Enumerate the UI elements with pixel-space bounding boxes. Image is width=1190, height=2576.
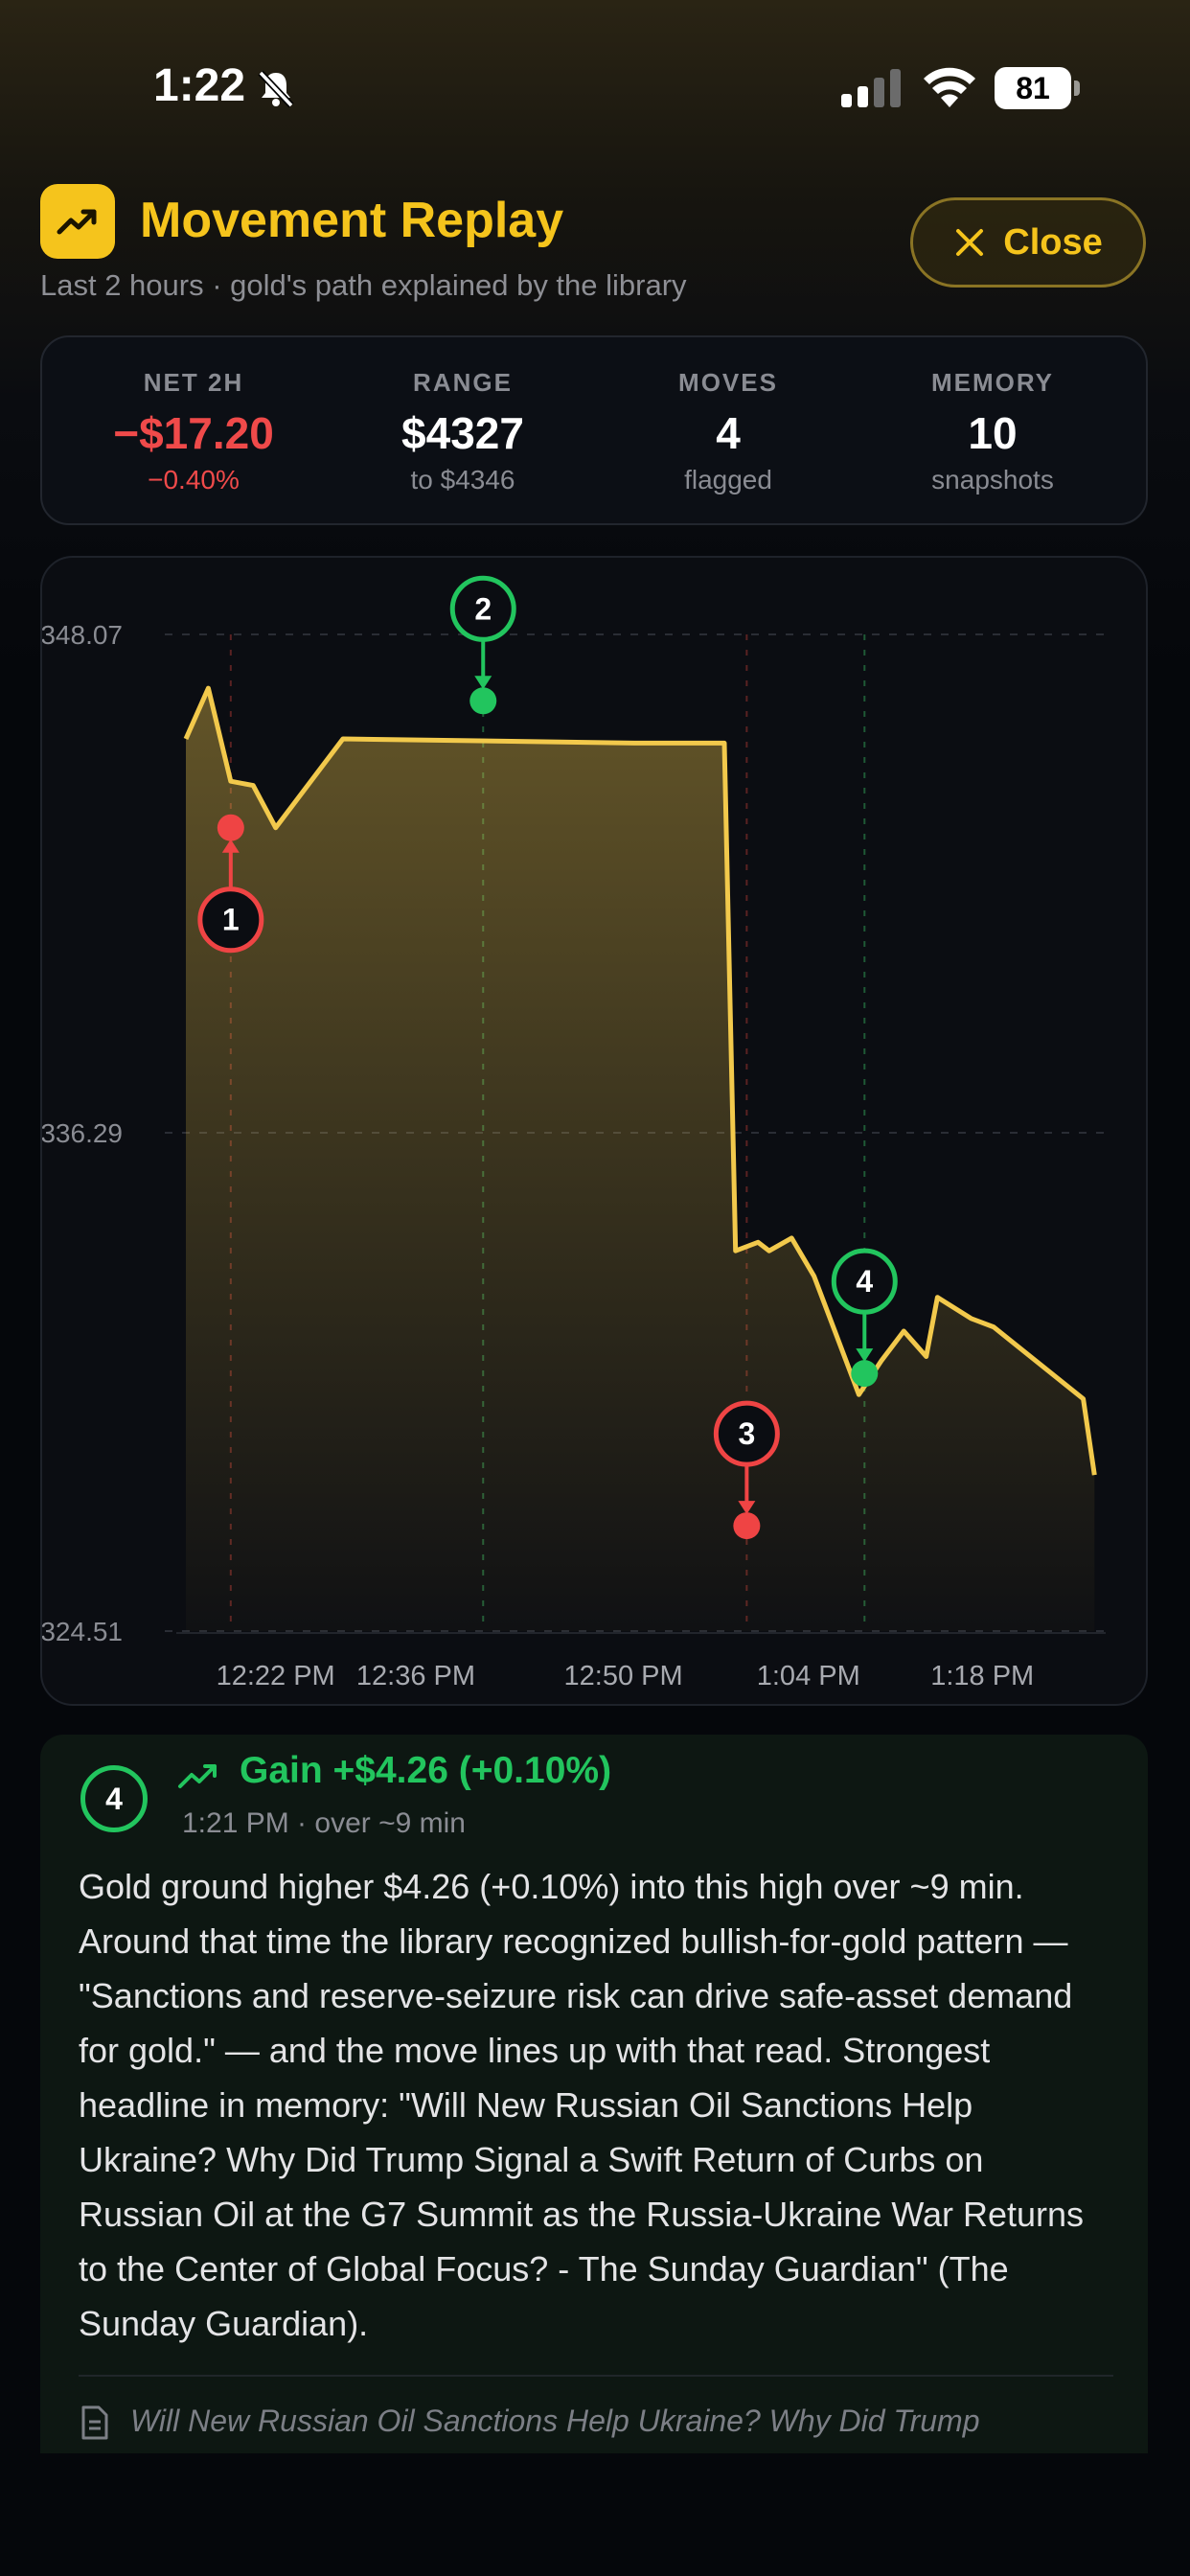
trending-up-icon <box>57 209 97 235</box>
stat-memory: MEMORY 10 snapshots <box>860 368 1125 495</box>
stat-moves: MOVES 4 flagged <box>596 368 860 495</box>
move-marker-dot <box>469 687 497 715</box>
stat-value: 4 <box>716 408 741 458</box>
source-headline-link[interactable]: Will New Russian Oil Sanctions Help Ukra… <box>130 2404 1127 2439</box>
move-marker-dot <box>851 1360 879 1388</box>
x-tick-label: 12:36 PM <box>356 1661 475 1691</box>
battery-cap <box>1074 80 1080 96</box>
divider <box>79 2375 1113 2377</box>
cellular-signal-icon <box>841 69 901 107</box>
wifi-icon <box>924 67 975 107</box>
y-tick-label: 4348.07 <box>42 620 123 650</box>
move-number-badge: 4 <box>80 1765 148 1832</box>
stat-sub: −0.40% <box>148 465 240 494</box>
battery-level: 81 <box>995 67 1071 109</box>
x-tick-label: 1:04 PM <box>757 1661 860 1691</box>
close-button-label: Close <box>1003 221 1103 263</box>
close-icon <box>956 229 984 256</box>
status-bar: 1:22 81 <box>0 0 1190 172</box>
stat-label: MOVES <box>678 368 778 397</box>
move-marker-label: 4 <box>856 1264 873 1299</box>
stat-sub: snapshots <box>931 465 1054 494</box>
stat-sub: to $4346 <box>410 465 515 494</box>
stat-range: RANGE $4327 to $4346 <box>331 368 595 495</box>
y-tick-label: $4324.51 <box>42 1617 123 1646</box>
move-meta: 1:21 PM · over ~9 min <box>182 1807 466 1839</box>
marker-arrowhead <box>474 676 492 690</box>
status-time: 1:22 <box>153 60 246 111</box>
x-tick-label: 1:18 PM <box>930 1661 1034 1691</box>
battery-indicator: 81 <box>995 67 1081 109</box>
stat-label: MEMORY <box>930 368 1055 397</box>
move-marker-dot <box>733 1512 761 1540</box>
close-button[interactable]: Close <box>910 197 1146 288</box>
stat-sub: flagged <box>684 465 772 494</box>
page-title: Movement Replay <box>140 193 564 248</box>
x-tick-label: 12:22 PM <box>217 1661 335 1691</box>
price-chart-svg: 4348.074336.29$4324.5112:22 PM12:36 PM12… <box>42 575 1106 1691</box>
stat-value: $4327 <box>401 408 524 458</box>
movement-replay-screen: 1:22 81 Movement Replay Last 2 hours · g… <box>0 0 1190 2576</box>
y-tick-label: 4336.29 <box>42 1118 123 1148</box>
stat-label: RANGE <box>413 368 513 397</box>
bottom-area <box>0 2453 1190 2576</box>
x-tick-label: 12:50 PM <box>564 1661 683 1691</box>
move-marker-dot <box>217 814 244 841</box>
move-detail-card: 4 Gain +$4.26 (+0.10%) 1:21 PM · over ~9… <box>40 1735 1148 2463</box>
bell-muted-icon <box>258 70 294 108</box>
page-subtitle: Last 2 hours · gold's path explained by … <box>40 268 687 302</box>
move-explanation: Gold ground higher $4.26 (+0.10%) into t… <box>79 1867 1085 2343</box>
stat-label: NET 2H <box>143 368 244 397</box>
move-marker-label: 2 <box>474 591 492 626</box>
move-marker-label: 1 <box>222 903 240 937</box>
price-area <box>186 688 1095 1631</box>
document-icon <box>81 2405 108 2440</box>
stat-value: −$17.20 <box>113 408 274 458</box>
stat-net: NET 2H −$17.20 −0.40% <box>61 368 326 495</box>
stat-value: 10 <box>968 408 1018 458</box>
trending-up-icon <box>178 1764 217 1788</box>
marker-arrowhead <box>856 1348 874 1363</box>
move-marker-label: 3 <box>738 1416 755 1451</box>
price-chart[interactable]: 4348.074336.29$4324.5112:22 PM12:36 PM12… <box>40 556 1148 1706</box>
stats-summary: NET 2H −$17.20 −0.40% RANGE $4327 to $43… <box>40 335 1148 525</box>
app-icon <box>40 184 115 259</box>
move-title: Gain +$4.26 (+0.10%) <box>240 1750 612 1791</box>
